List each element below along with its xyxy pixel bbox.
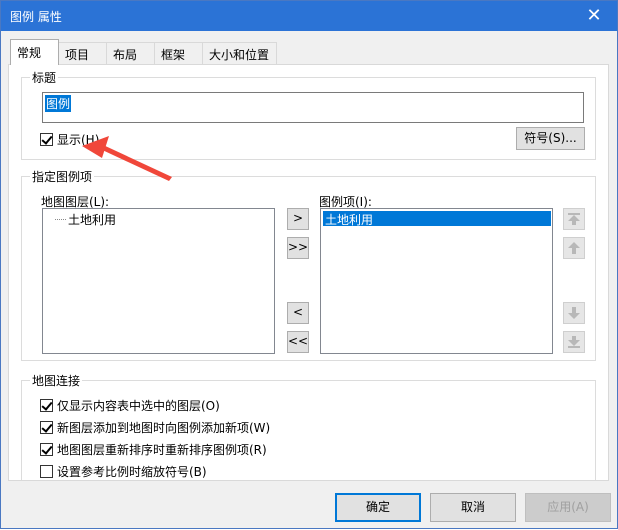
legend-items-list[interactable]: 土地利用 xyxy=(320,208,553,354)
window-title: 图例 属性 xyxy=(10,10,62,24)
tab-items[interactable]: 项目 xyxy=(58,42,107,64)
symbol-button[interactable]: 符号(S)... xyxy=(516,127,585,150)
checkbox-checked[interactable] xyxy=(40,443,53,456)
option-reorder-items-checkbox[interactable]: 地图图层重新排序时重新排序图例项(R) xyxy=(40,441,267,458)
legend-properties-dialog: 图例 属性 ✕ 常规 项目 布局 框架 大小和位置 标题 图例 显示(H) 符号… xyxy=(0,0,618,529)
legend-item-name: 土地利用 xyxy=(325,213,374,227)
tab-size-position[interactable]: 大小和位置 xyxy=(202,42,277,64)
option-add-new-items-checkbox[interactable]: 新图层添加到地图时向图例添加新项(W) xyxy=(40,419,270,436)
legend-item-selected[interactable]: 土地利用 xyxy=(323,211,551,227)
checkbox-checked[interactable] xyxy=(40,399,53,412)
remove-all-items-button[interactable]: << xyxy=(287,331,309,353)
cancel-button[interactable]: 取消 xyxy=(430,493,516,522)
option-selected-layers-checkbox[interactable]: 仅显示内容表中选中的图层(O) xyxy=(40,397,220,414)
tab-general[interactable]: 常规 xyxy=(10,39,59,65)
ok-button[interactable]: 确定 xyxy=(335,493,421,522)
legend-items-group: 指定图例项 地图图层(L): 土地利用 > >> < << 图例项(I): 土地… xyxy=(21,168,596,361)
checkbox-unchecked[interactable] xyxy=(40,465,53,478)
move-down-icon[interactable] xyxy=(563,302,585,324)
checkbox-checked[interactable] xyxy=(40,421,53,434)
title-bar: 图例 属性 ✕ xyxy=(1,1,617,31)
tab-page-general: 标题 图例 显示(H) 符号(S)... 指定图例项 地图图层(L): 土地利用… xyxy=(8,64,609,481)
remove-item-button[interactable]: < xyxy=(287,302,309,324)
move-top-icon[interactable] xyxy=(563,208,585,230)
map-layer-name: 土地利用 xyxy=(68,213,117,227)
tree-line xyxy=(55,219,66,220)
close-icon[interactable]: ✕ xyxy=(571,1,617,31)
map-layers-list[interactable]: 土地利用 xyxy=(42,208,275,354)
title-input-value: 图例 xyxy=(45,95,72,112)
legend-items-group-label: 指定图例项 xyxy=(30,168,95,185)
list-item[interactable]: 土地利用 xyxy=(55,211,116,228)
show-title-label: 显示(H) xyxy=(57,133,100,147)
title-group-label: 标题 xyxy=(30,69,59,86)
title-input[interactable]: 图例 xyxy=(42,92,584,123)
show-title-check-box[interactable] xyxy=(40,133,53,146)
map-connection-group-label: 地图连接 xyxy=(30,372,83,389)
map-connection-group: 地图连接 仅显示内容表中选中的图层(O) 新图层添加到地图时向图例添加新项(W)… xyxy=(21,372,596,480)
tab-frame[interactable]: 框架 xyxy=(154,42,203,64)
add-all-items-button[interactable]: >> xyxy=(287,237,309,259)
option-label: 地图图层重新排序时重新排序图例项(R) xyxy=(57,443,267,457)
option-label: 新图层添加到地图时向图例添加新项(W) xyxy=(57,421,271,435)
move-up-icon[interactable] xyxy=(563,237,585,259)
option-label: 仅显示内容表中选中的图层(O) xyxy=(57,399,220,413)
move-bottom-icon[interactable] xyxy=(563,331,585,353)
add-item-button[interactable]: > xyxy=(287,208,309,230)
apply-button[interactable]: 应用(A) xyxy=(525,493,611,522)
option-scale-symbols-checkbox[interactable]: 设置参考比例时缩放符号(B) xyxy=(40,463,207,480)
title-group: 标题 图例 显示(H) 符号(S)... xyxy=(21,69,596,160)
show-title-checkbox[interactable]: 显示(H) xyxy=(40,131,99,148)
tab-layout[interactable]: 布局 xyxy=(106,42,155,64)
option-label: 设置参考比例时缩放符号(B) xyxy=(57,465,207,479)
